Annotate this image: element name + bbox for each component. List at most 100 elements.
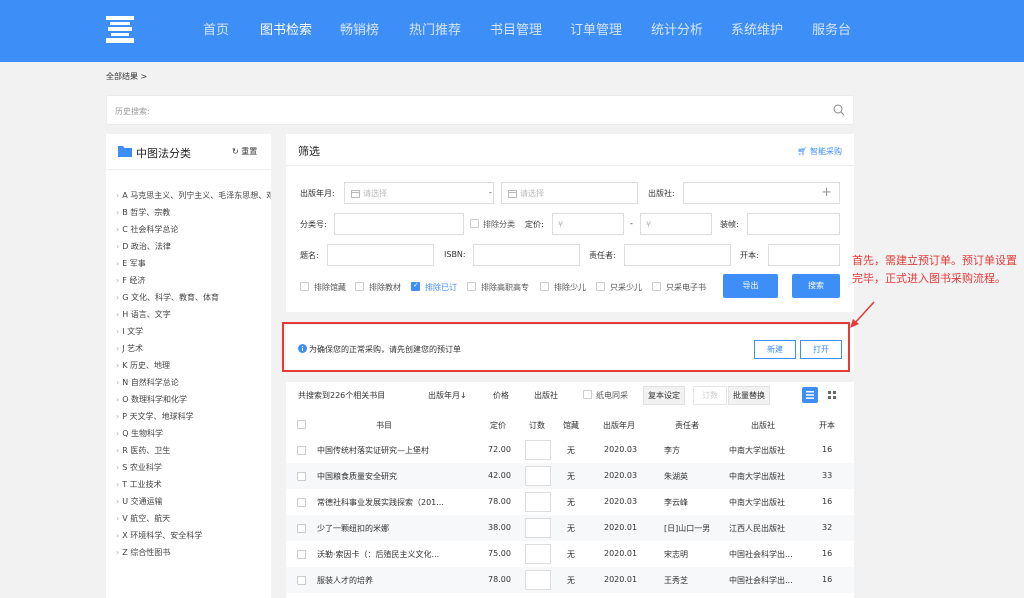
category-item[interactable]: › C 社会科学总论 bbox=[116, 224, 271, 235]
category-item[interactable]: › I 文学 bbox=[116, 326, 271, 337]
table-row[interactable]: 沃勒·索因卡（：后殖民主义文化... 75.00 无 2020.01 宋志明 中… bbox=[286, 541, 854, 567]
nav-system-maintenance[interactable]: 系统维护 bbox=[731, 23, 783, 39]
breadcrumb[interactable]: 全部结果 > bbox=[106, 71, 147, 82]
nav-hot-recommend[interactable]: 热门推荐 bbox=[409, 23, 461, 39]
book-title[interactable]: 中国传统村落实证研究—上堡村 bbox=[317, 445, 482, 456]
book-title[interactable]: 少了一颗纽扣的米娜 bbox=[317, 523, 482, 534]
search-icon[interactable] bbox=[833, 104, 845, 116]
batch-replace-button[interactable]: 批量替换 bbox=[728, 386, 770, 405]
category-item[interactable]: › D 政治、法律 bbox=[116, 241, 271, 252]
category-item[interactable]: › Q 生物科学 bbox=[116, 428, 271, 439]
category-item[interactable]: › P 天文学、地球科学 bbox=[116, 411, 271, 422]
exclude-held-checkbox[interactable] bbox=[300, 282, 309, 291]
category-item[interactable]: › B 哲学、宗教 bbox=[116, 207, 271, 218]
grid-view-icon[interactable] bbox=[824, 387, 840, 403]
select-all-checkbox[interactable] bbox=[297, 420, 306, 429]
reset-button[interactable]: ↻ 重置 bbox=[232, 146, 257, 157]
category-item[interactable]: › T 工业技术 bbox=[116, 479, 271, 490]
author-field[interactable] bbox=[624, 244, 731, 266]
price-min-field[interactable] bbox=[552, 213, 624, 235]
author-input[interactable] bbox=[630, 249, 725, 262]
pub-date-end[interactable] bbox=[501, 182, 638, 204]
category-item[interactable]: › J 艺术 bbox=[116, 343, 271, 354]
sort-by-price[interactable]: 价格 bbox=[493, 390, 509, 401]
table-row[interactable]: 常德社科事业发展实践探索（201... 78.00 无 2020.03 李云峰 … bbox=[286, 489, 854, 515]
publisher-field[interactable]: + bbox=[683, 182, 840, 204]
binding-field[interactable] bbox=[747, 213, 840, 235]
isbn-input[interactable] bbox=[479, 249, 574, 262]
title-input[interactable] bbox=[333, 249, 428, 262]
row-checkbox[interactable] bbox=[297, 446, 306, 455]
category-item[interactable]: › O 数理科学和化学 bbox=[116, 394, 271, 405]
row-checkbox[interactable] bbox=[297, 524, 306, 533]
book-title[interactable]: 常德社科事业发展实践探索（201... bbox=[317, 497, 482, 508]
nav-catalog-manage[interactable]: 书目管理 bbox=[490, 23, 542, 39]
book-title[interactable]: 中国粮食质量安全研究 bbox=[317, 471, 482, 482]
pub-date-start-input[interactable] bbox=[363, 187, 488, 200]
nav-service-desk[interactable]: 服务台 bbox=[812, 23, 851, 39]
category-item[interactable]: › E 军事 bbox=[116, 258, 271, 269]
binding-input[interactable] bbox=[753, 218, 834, 231]
book-title[interactable]: 服装人才的培养 bbox=[317, 575, 482, 586]
new-preorder-button[interactable]: 新建 bbox=[754, 340, 796, 359]
price-min-input[interactable] bbox=[558, 218, 618, 231]
open-preorder-button[interactable]: 打开 bbox=[800, 340, 842, 359]
order-qty-input[interactable] bbox=[525, 466, 551, 486]
nav-order-manage[interactable]: 订单管理 bbox=[570, 23, 622, 39]
category-item[interactable]: › V 航空、航天 bbox=[116, 513, 271, 524]
category-item[interactable]: › N 自然科学总论 bbox=[116, 377, 271, 388]
nav-book-search[interactable]: 图书检索 bbox=[260, 23, 312, 39]
format-input[interactable] bbox=[774, 249, 834, 262]
order-qty-input[interactable] bbox=[525, 440, 551, 460]
add-publisher-icon[interactable]: + bbox=[821, 185, 832, 200]
category-item[interactable]: ›A 马克思主义、列宁主义、毛泽东思想、邓小平理论 bbox=[116, 190, 271, 201]
exclude-class-checkbox[interactable] bbox=[470, 219, 479, 228]
table-row[interactable]: 中国粮食质量安全研究 42.00 无 2020.03 朱湖英 中南大学出版社 3… bbox=[286, 463, 854, 489]
table-row[interactable]: 中国传统村落实证研究—上堡村 72.00 无 2020.03 李方 中南大学出版… bbox=[286, 437, 854, 463]
nav-statistics[interactable]: 统计分析 bbox=[651, 23, 703, 39]
row-checkbox[interactable] bbox=[297, 498, 306, 507]
pub-date-end-input[interactable] bbox=[520, 187, 632, 200]
paper-elec-checkbox[interactable] bbox=[583, 390, 592, 399]
category-item[interactable]: › U 交通运输 bbox=[116, 496, 271, 507]
export-button[interactable]: 导出 bbox=[723, 274, 778, 298]
only-children-checkbox[interactable] bbox=[596, 282, 605, 291]
table-row[interactable]: 服装人才的培养 78.00 无 2020.01 王秀芝 中国社会科学出... 1… bbox=[286, 567, 854, 593]
row-checkbox[interactable] bbox=[297, 472, 306, 481]
format-field[interactable] bbox=[768, 244, 840, 266]
order-qty-input[interactable] bbox=[525, 570, 551, 590]
category-item[interactable]: › K 历史、地理 bbox=[116, 360, 271, 371]
price-max-field[interactable] bbox=[640, 213, 712, 235]
category-item[interactable]: › G 文化、科学、教育、体育 bbox=[116, 292, 271, 303]
nav-home[interactable]: 首页 bbox=[203, 23, 229, 39]
isbn-field[interactable] bbox=[473, 244, 580, 266]
nav-bestsellers[interactable]: 畅销榜 bbox=[340, 23, 379, 39]
exclude-children-checkbox[interactable] bbox=[540, 282, 549, 291]
copy-setting-button[interactable]: 复本设定 bbox=[643, 386, 685, 405]
category-item[interactable]: › S 农业科学 bbox=[116, 462, 271, 473]
exclude-ordered-checkbox[interactable] bbox=[411, 281, 420, 291]
price-max-input[interactable] bbox=[646, 218, 706, 231]
row-checkbox[interactable] bbox=[297, 576, 306, 585]
class-field[interactable] bbox=[334, 213, 464, 235]
category-item[interactable]: › F 经济 bbox=[116, 275, 271, 286]
sort-by-date[interactable]: 出版年月↓ bbox=[428, 390, 467, 401]
only-ebook-checkbox[interactable] bbox=[652, 282, 661, 291]
category-item[interactable]: › R 医药、卫生 bbox=[116, 445, 271, 456]
category-item[interactable]: › X 环境科学、安全科学 bbox=[116, 530, 271, 541]
category-item[interactable]: › H 语言、文字 bbox=[116, 309, 271, 320]
search-button[interactable]: 搜索 bbox=[792, 274, 840, 298]
category-item[interactable]: › Z 综合性图书 bbox=[116, 547, 271, 558]
sort-by-publisher[interactable]: 出版社 bbox=[534, 390, 558, 401]
library-logo-icon[interactable] bbox=[104, 14, 136, 46]
history-search-input[interactable] bbox=[115, 104, 815, 118]
smart-purchase-link[interactable]: 🛒︎ 智能采购 bbox=[797, 146, 842, 157]
row-checkbox[interactable] bbox=[297, 550, 306, 559]
pub-date-start[interactable] bbox=[344, 182, 494, 204]
class-input[interactable] bbox=[340, 218, 458, 231]
exclude-textbook-checkbox[interactable] bbox=[355, 282, 364, 291]
list-view-icon[interactable] bbox=[802, 387, 818, 403]
title-field[interactable] bbox=[327, 244, 434, 266]
order-qty-input[interactable] bbox=[525, 492, 551, 512]
exclude-vocational-checkbox[interactable] bbox=[467, 282, 476, 291]
